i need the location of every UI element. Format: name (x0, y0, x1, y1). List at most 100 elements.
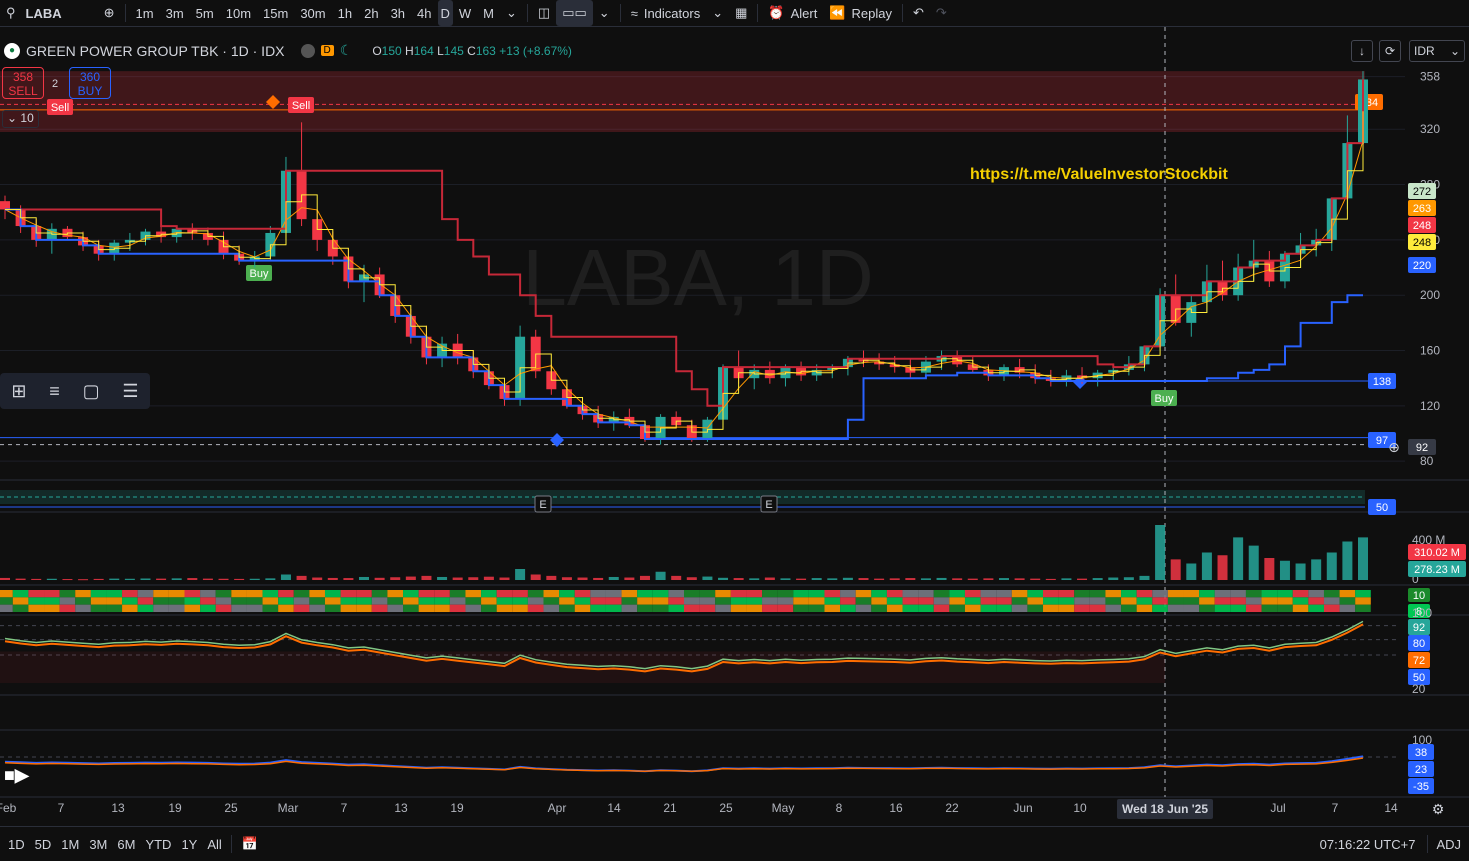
time-tick: 19 (450, 801, 464, 815)
symbol-search[interactable]: LABA (22, 0, 68, 26)
volume-bar (327, 577, 338, 580)
currency-select[interactable]: IDR ⌄ (1409, 40, 1465, 62)
calendar-icon[interactable]: 📅 (236, 831, 264, 857)
heat-cell (949, 604, 965, 612)
timeframe-30m[interactable]: 30m (294, 0, 331, 26)
scroll-to-latest-icon[interactable]: ↓ (1351, 40, 1373, 62)
timeframe-3m[interactable]: 3m (160, 0, 190, 26)
candle-style-icon[interactable]: ▭▭ (556, 0, 593, 26)
chevron-down-icon[interactable]: ⌄ (706, 0, 729, 26)
volume-bar (1108, 577, 1119, 580)
heat-cell (44, 604, 60, 612)
drawing-toolbar: ⊞ ≡ ▢ ☰ (0, 373, 150, 409)
volume-bar (1264, 558, 1275, 580)
sell-button[interactable]: 358 SELL (2, 67, 44, 99)
moon-icon: ☾ (339, 42, 353, 58)
adjust-toggle[interactable]: ADJ (1432, 837, 1469, 852)
replay-button[interactable]: ⏪ Replay (823, 0, 898, 26)
bar-style-icon[interactable]: ◫ (532, 0, 556, 26)
price-tick: 200 (1420, 288, 1440, 302)
heat-cell (1027, 597, 1044, 605)
search-icon[interactable]: ⚲ (0, 0, 22, 26)
range-ytd[interactable]: YTD (140, 837, 176, 852)
heat-cell (855, 590, 872, 598)
heat-cell (44, 597, 60, 605)
heat-cell (1261, 604, 1278, 612)
time-tick: 16 (889, 801, 903, 815)
heat-cell (449, 597, 466, 605)
heat-cell (28, 604, 45, 612)
chevron-down-icon[interactable]: ⌄ (500, 0, 523, 26)
crosshair-plus-icon[interactable]: ⊕ (1388, 440, 1400, 456)
channel-link[interactable]: https://t.me/ValueInvestorStockbit (970, 166, 1229, 183)
heat-cell (684, 604, 700, 612)
settings-gear-icon[interactable]: ⚙ (1432, 802, 1445, 818)
heat-cell (1121, 597, 1137, 605)
undo-icon[interactable]: ↶ (907, 0, 930, 26)
company-logo-icon: ● (4, 42, 20, 59)
timeframe-d[interactable]: D (437, 0, 453, 26)
volume-bar (764, 577, 775, 580)
heat-cell (153, 597, 169, 605)
heat-cell (1105, 604, 1122, 612)
volume-bar (967, 578, 978, 580)
timeframe-5m[interactable]: 5m (190, 0, 220, 26)
volume-bar (1092, 578, 1103, 580)
heat-cell (886, 597, 903, 605)
indicators-button[interactable]: ≈ Indicators (625, 0, 707, 26)
heat-cell (1245, 597, 1262, 605)
timeframe-15m[interactable]: 15m (257, 0, 294, 26)
heat-cell (1011, 590, 1028, 598)
heat-cell (184, 604, 201, 612)
layout-grid-icon[interactable]: ▦ (729, 0, 753, 26)
range-6m[interactable]: 6M (112, 837, 140, 852)
heat-cell (59, 597, 76, 605)
clock-display[interactable]: 07:16:22 UTC+7 (1320, 837, 1424, 852)
range-5d[interactable]: 5D (30, 837, 57, 852)
timeframe-m[interactable]: M (477, 0, 500, 26)
open-label: O (372, 43, 382, 58)
timeframe-w[interactable]: W (453, 0, 477, 26)
buy-button[interactable]: 360 BUY (69, 67, 111, 99)
heat-cell (605, 604, 622, 612)
heat-cell (340, 597, 357, 605)
chart-canvas[interactable]: LABA, 1D https://t.me/ValueInvestorStockb… (0, 27, 1469, 826)
indicator-settings-icon[interactable]: ≡ (49, 381, 60, 402)
candle-body (0, 201, 10, 210)
timeframe-3h[interactable]: 3h (385, 0, 411, 26)
menu-icon[interactable]: ☰ (122, 381, 138, 402)
chart-title: GREEN POWER GROUP TBK · 1D · IDX (26, 42, 285, 59)
range-1y[interactable]: 1Y (176, 837, 202, 852)
timeframe-1m[interactable]: 1m (130, 0, 160, 26)
heat-cell (153, 604, 169, 612)
range-1d[interactable]: 1D (3, 837, 30, 852)
indicators-label: Indicators (643, 5, 701, 21)
heat-cell (1121, 604, 1137, 612)
heat-cell (1105, 597, 1122, 605)
redo-icon[interactable]: ↷ (930, 0, 953, 26)
heat-cell (324, 597, 341, 605)
timeframe-2h[interactable]: 2h (358, 0, 384, 26)
range-3m[interactable]: 3M (84, 837, 112, 852)
heat-cell (1339, 604, 1356, 612)
alert-button[interactable]: ⏰ Alert (762, 0, 823, 26)
heat-cell (543, 590, 560, 598)
heat-cell (871, 604, 887, 612)
quantity-dropdown[interactable]: ⌄ 10 (2, 110, 39, 128)
chevron-down-icon[interactable]: ⌄ (593, 0, 616, 26)
rectangle-tool-icon[interactable]: ▢ (83, 381, 100, 402)
range-1m[interactable]: 1M (56, 837, 84, 852)
timeframe-1h[interactable]: 1h (332, 0, 358, 26)
heat-cell (481, 604, 497, 612)
crosshair-tool-icon[interactable]: ⊞ (11, 381, 26, 402)
timeframe-10m[interactable]: 10m (220, 0, 257, 26)
refresh-icon[interactable]: ⟳ (1379, 40, 1401, 62)
high-label: H (405, 43, 414, 58)
heat-cell (12, 590, 29, 598)
range-all[interactable]: All (202, 837, 226, 852)
volume-bar (577, 577, 588, 580)
add-symbol-icon[interactable]: ⊕ (98, 0, 121, 26)
indicators-icon: ≈ (630, 5, 638, 21)
volume-bar (624, 577, 635, 580)
timeframe-4h[interactable]: 4h (411, 0, 437, 26)
